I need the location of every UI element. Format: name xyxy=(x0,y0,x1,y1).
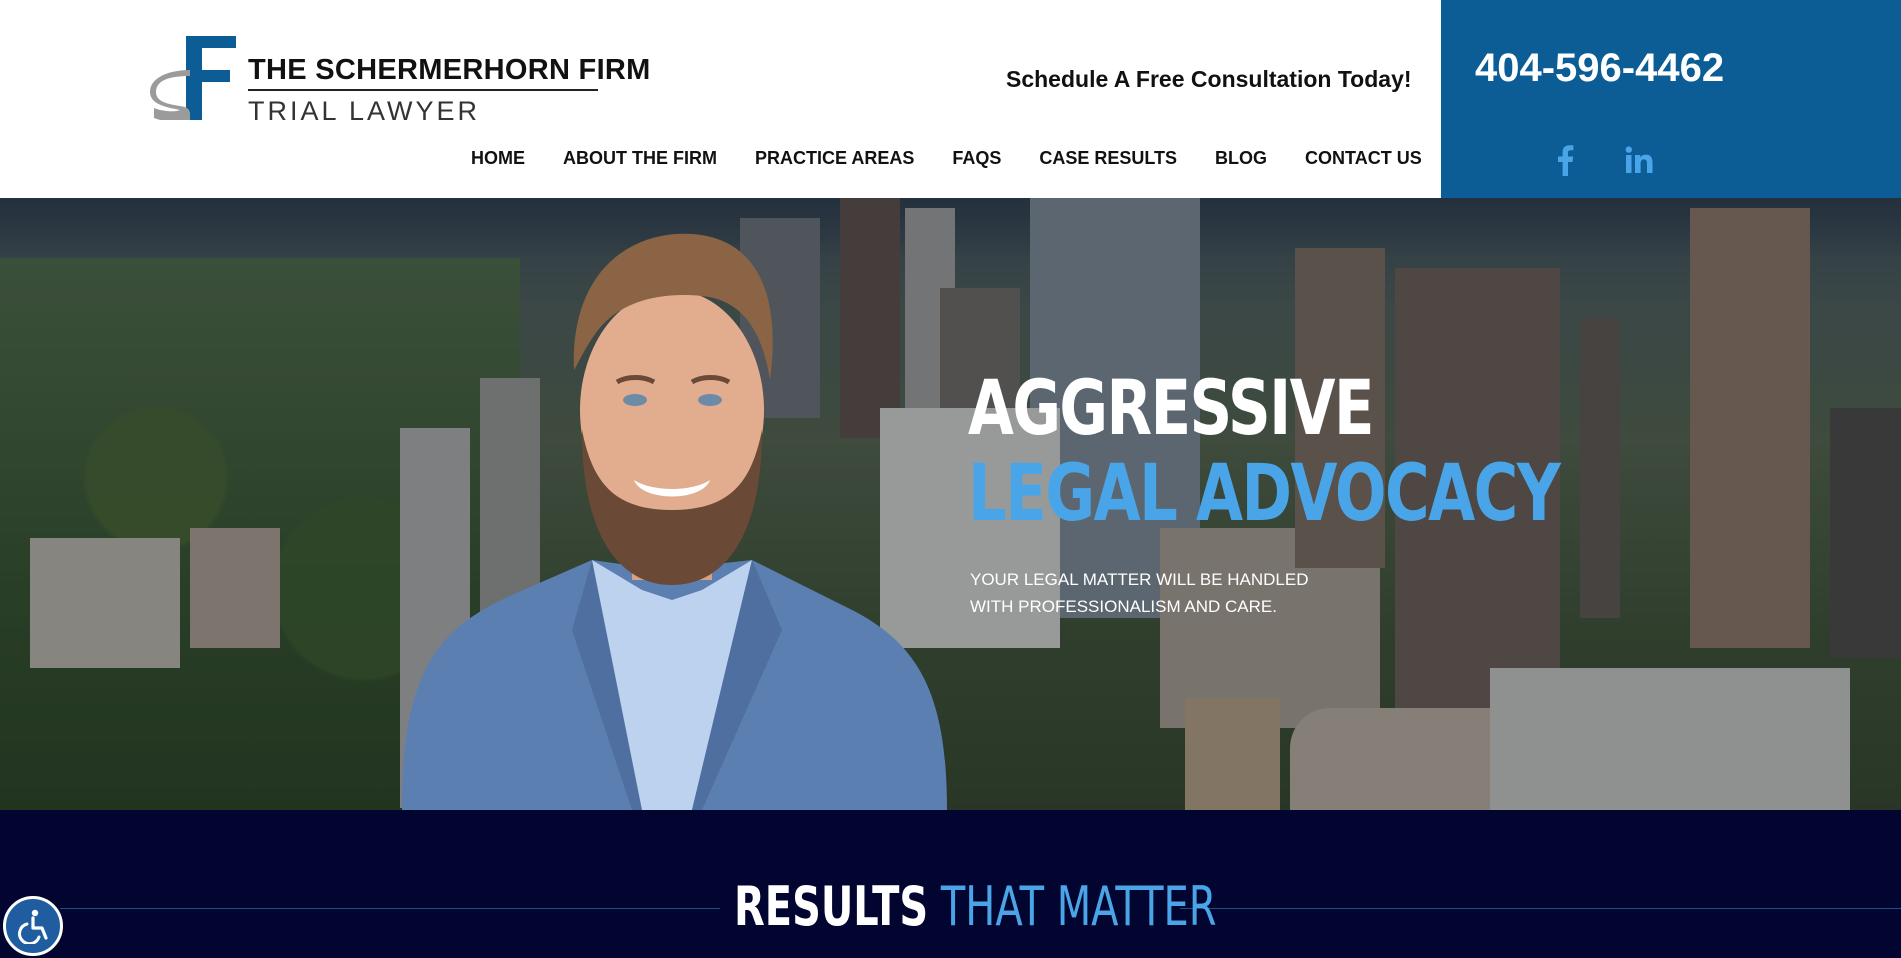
hero-overlay xyxy=(0,198,1901,810)
nav-case-results[interactable]: CASE RESULTS xyxy=(1039,148,1177,169)
site-header: THE SCHERMERHORN FIRM TRIAL LAWYER Sched… xyxy=(0,0,1901,198)
nav-contact-us[interactable]: CONTACT US xyxy=(1305,148,1422,169)
nav-home[interactable]: HOME xyxy=(471,148,525,169)
results-title-white: RESULTS xyxy=(734,875,929,938)
results-title: RESULTS THAT MATTER xyxy=(734,880,1217,934)
main-nav: HOME ABOUT THE FIRM PRACTICE AREAS FAQS … xyxy=(471,148,1460,169)
nav-practice-areas[interactable]: PRACTICE AREAS xyxy=(755,148,914,169)
hero-subtext-line1: YOUR LEGAL MATTER WILL BE HANDLED xyxy=(970,570,1309,589)
consultation-cta[interactable]: Schedule A Free Consultation Today! xyxy=(1006,66,1412,93)
nav-blog[interactable]: BLOG xyxy=(1215,148,1267,169)
attorney-portrait xyxy=(402,233,947,810)
phone-number[interactable]: 404-596-4462 xyxy=(1475,46,1724,91)
hero-banner xyxy=(0,198,1901,810)
logo-name: THE SCHERMERHORN FIRM xyxy=(248,54,651,86)
contact-panel: 404-596-4462 xyxy=(1441,0,1901,198)
results-rule-left xyxy=(60,908,720,909)
hero-subtext-line2: WITH PROFESSIONALISM AND CARE. xyxy=(970,597,1277,616)
linkedin-icon[interactable] xyxy=(1621,142,1657,178)
facebook-icon[interactable] xyxy=(1547,142,1583,178)
logo-mark-icon xyxy=(150,36,236,120)
firm-logo[interactable]: THE SCHERMERHORN FIRM TRIAL LAWYER xyxy=(150,36,650,126)
hero-headline-line1: AGGRESSIVE xyxy=(968,363,1374,452)
accessibility-icon[interactable] xyxy=(3,896,63,956)
nav-about-the-firm[interactable]: ABOUT THE FIRM xyxy=(563,148,717,169)
nav-faqs[interactable]: FAQS xyxy=(952,148,1001,169)
logo-tagline: TRIAL LAWYER xyxy=(248,96,481,126)
results-rule-right xyxy=(1180,908,1901,909)
hero-headline-line2: LEGAL ADVOCACY xyxy=(968,449,1561,539)
results-title-blue: THAT MATTER xyxy=(940,875,1217,938)
logo-divider xyxy=(248,89,598,91)
